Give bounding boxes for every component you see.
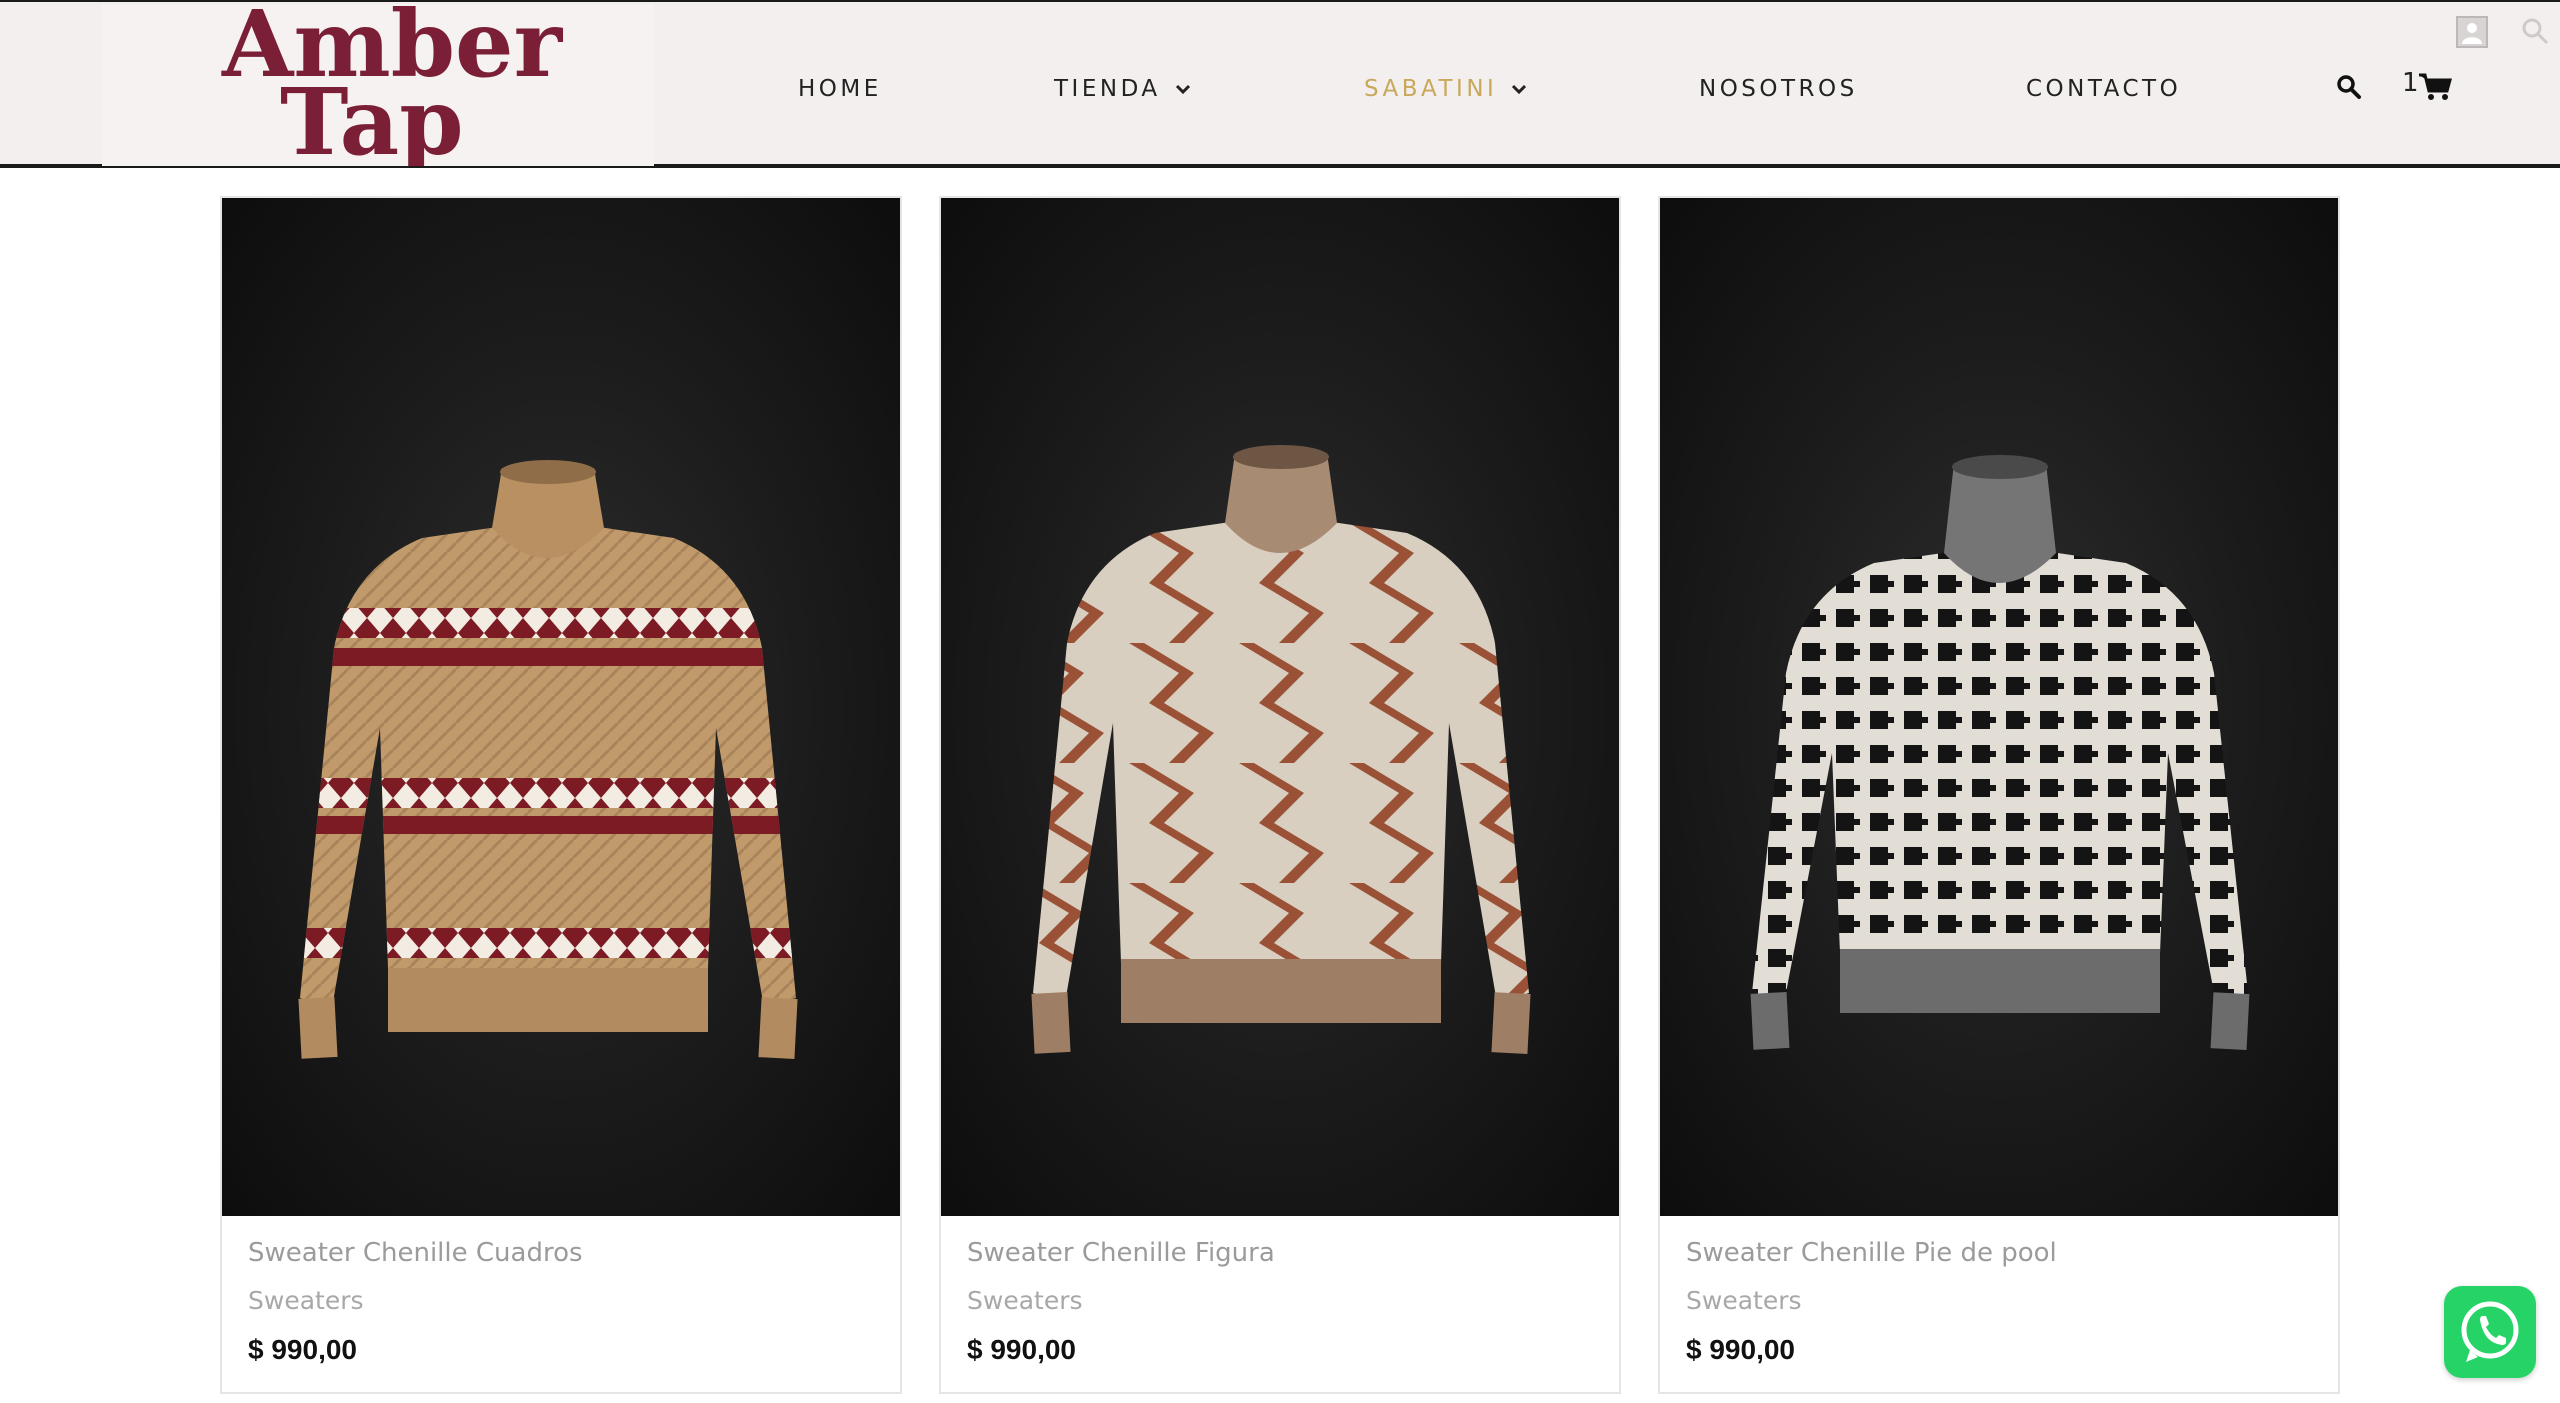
product-title[interactable]: Sweater Chenille Pie de pool <box>1686 1238 2057 1268</box>
chevron-down-icon <box>1175 83 1191 95</box>
product-image[interactable] <box>222 198 900 1216</box>
product-image[interactable] <box>1660 198 2338 1216</box>
product-price: $ 990,00 <box>967 1334 1076 1365</box>
nav-item-nosotros[interactable]: NOSOTROS <box>1699 72 1858 106</box>
nav-item-tienda[interactable]: TIENDA <box>1054 72 1191 106</box>
cart-count: 1 <box>2402 68 2419 98</box>
whatsapp-icon <box>2461 1301 2519 1362</box>
product-card[interactable]: Sweater Chenille Figura Sweaters $ 990,0… <box>939 196 1621 1394</box>
nav-label-tienda: TIENDA <box>1054 76 1161 102</box>
user-icon[interactable] <box>2456 16 2488 48</box>
product-price: $ 990,00 <box>248 1334 357 1365</box>
product-image[interactable] <box>941 198 1619 1216</box>
nav-label-nosotros: NOSOTROS <box>1699 76 1858 102</box>
product-title[interactable]: Sweater Chenille Figura <box>967 1238 1275 1268</box>
product-category[interactable]: Sweaters <box>248 1286 364 1315</box>
site-header: Amber Tap HOME TIENDA SABATINI NOSOTROS … <box>0 0 2560 168</box>
nav-item-home[interactable]: HOME <box>798 72 882 106</box>
nav-label-contacto: CONTACTO <box>2026 76 2182 102</box>
product-price: $ 990,00 <box>1686 1334 1795 1365</box>
logo-text-line2: Tap <box>280 68 464 166</box>
search-icon <box>2520 16 2550 46</box>
product-title[interactable]: Sweater Chenille Cuadros <box>248 1238 583 1268</box>
nav-label-sabatini: SABATINI <box>1364 76 1498 102</box>
whatsapp-button[interactable] <box>2444 1286 2536 1378</box>
search-icon[interactable] <box>2336 74 2362 100</box>
product-category[interactable]: Sweaters <box>967 1286 1083 1315</box>
product-card[interactable]: Sweater Chenille Cuadros Sweaters $ 990,… <box>220 196 902 1394</box>
product-category[interactable]: Sweaters <box>1686 1286 1802 1315</box>
product-card[interactable]: Sweater Chenille Pie de pool Sweaters $ … <box>1658 196 2340 1394</box>
site-logo[interactable]: Amber Tap <box>102 4 654 166</box>
nav-label-home: HOME <box>798 76 882 102</box>
chevron-down-icon <box>1511 83 1527 95</box>
nav-item-sabatini[interactable]: SABATINI <box>1364 72 1527 106</box>
cart-icon[interactable] <box>2418 72 2452 102</box>
nav-item-contacto[interactable]: CONTACTO <box>2026 72 2181 106</box>
